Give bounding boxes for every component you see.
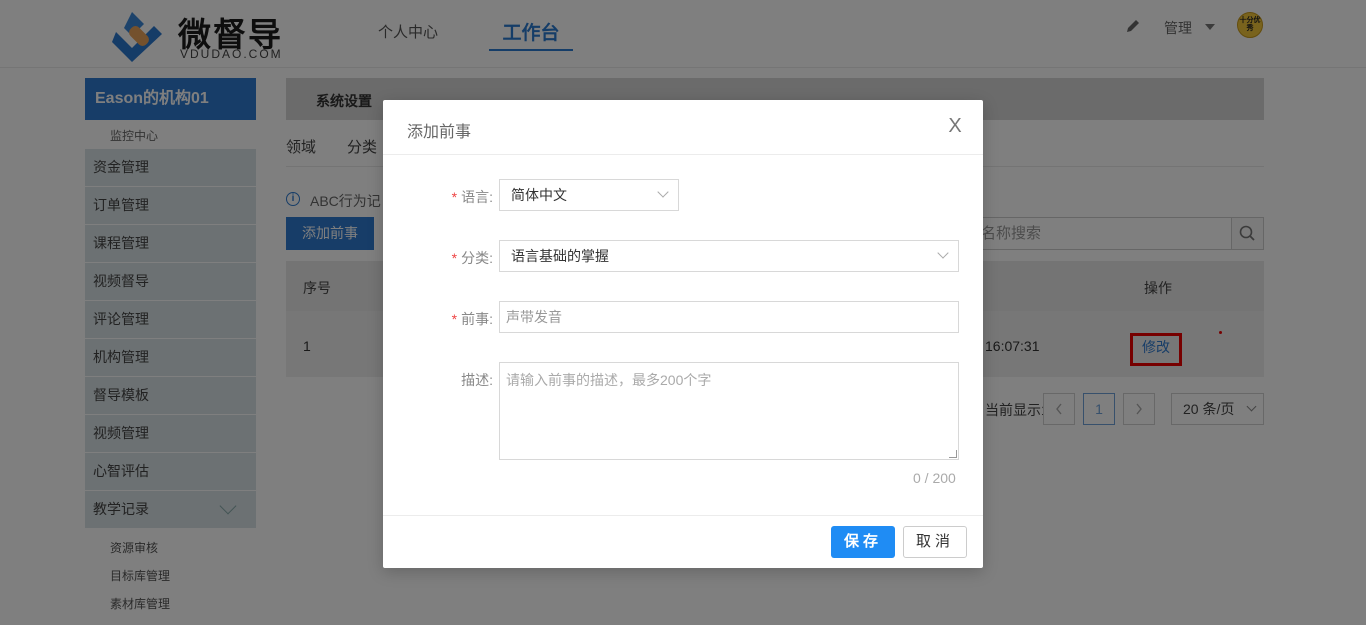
add-event-dialog: 添加前事 X * 语言: 简体中文 * 分类: 语言基础的掌握 * 前事: 声带发音 … bbox=[383, 100, 983, 568]
dialog-header-divider bbox=[383, 154, 983, 155]
category-value: 语言基础的掌握 bbox=[511, 248, 609, 264]
description-label: 描述: bbox=[461, 372, 493, 388]
required-mark: * bbox=[451, 250, 458, 266]
required-mark: * bbox=[451, 311, 458, 327]
description-placeholder: 请输入前事的描述，最多200个字 bbox=[506, 372, 712, 388]
event-input[interactable]: 声带发音 bbox=[499, 301, 959, 333]
resize-handle-icon[interactable] bbox=[949, 450, 957, 458]
language-select[interactable]: 简体中文 bbox=[499, 179, 679, 211]
char-counter: 0 / 200 bbox=[913, 470, 956, 486]
required-mark: * bbox=[451, 189, 458, 205]
event-label: * 前事: bbox=[451, 311, 493, 327]
dialog-title: 添加前事 bbox=[407, 124, 472, 141]
category-label: * 分类: bbox=[451, 250, 493, 266]
cancel-button[interactable]: 取消 bbox=[903, 526, 967, 558]
language-value: 简体中文 bbox=[511, 187, 567, 203]
language-label: * 语言: bbox=[451, 189, 493, 205]
dialog-footer-divider bbox=[383, 515, 983, 516]
close-icon[interactable]: X bbox=[945, 116, 965, 136]
category-select[interactable]: 语言基础的掌握 bbox=[499, 240, 959, 272]
description-textarea[interactable]: 请输入前事的描述，最多200个字 bbox=[499, 362, 959, 460]
save-button[interactable]: 保存 bbox=[831, 526, 895, 558]
chevron-down-icon bbox=[937, 247, 949, 259]
chevron-down-icon bbox=[657, 186, 669, 198]
